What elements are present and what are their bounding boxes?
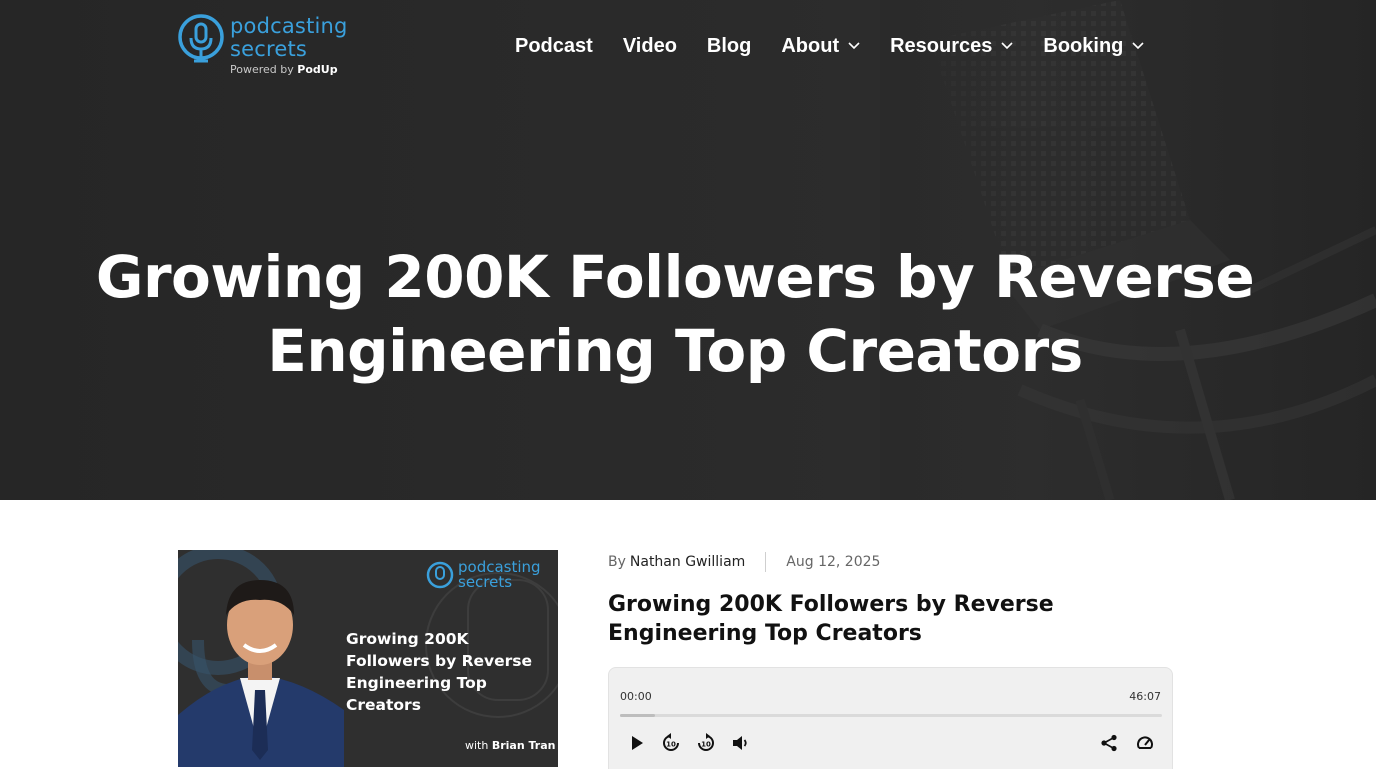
- nav-label: Blog: [706, 34, 752, 57]
- thumbnail-logo-text: podcasting secrets: [458, 560, 541, 590]
- svg-text:10: 10: [666, 741, 676, 749]
- chevron-down-icon: [1132, 42, 1144, 50]
- volume-icon: [733, 736, 747, 750]
- progress-fill: [620, 714, 656, 717]
- logo-powered-by: Powered by PodUp: [230, 63, 338, 76]
- current-time: 00:00: [620, 690, 652, 703]
- nav-item-video[interactable]: Video: [623, 35, 677, 58]
- duration-time: 46:07: [1129, 690, 1161, 703]
- post-meta: By Nathan Gwilliam Aug 12, 2025: [608, 552, 880, 572]
- nav-label: Resources: [890, 34, 993, 57]
- svg-text:10: 10: [701, 741, 711, 749]
- post-date: Aug 12, 2025: [786, 554, 881, 570]
- thumbnail-guest: with Brian Tran: [465, 739, 555, 752]
- meta-divider: [765, 552, 767, 572]
- volume-button[interactable]: [730, 732, 752, 754]
- playback-speed-button[interactable]: [1134, 732, 1156, 754]
- powered-by-prefix: Powered by: [230, 63, 294, 76]
- share-button[interactable]: [1098, 732, 1120, 754]
- speed-icon: [1137, 736, 1153, 749]
- progress-bar[interactable]: [620, 714, 1162, 717]
- nav-item-resources[interactable]: Resources: [890, 35, 1013, 58]
- nav-item-booking[interactable]: Booking: [1043, 35, 1144, 58]
- logo-text-podcasting: podcasting: [230, 14, 348, 38]
- chevron-down-icon: [848, 42, 860, 50]
- by-label: By: [608, 554, 626, 570]
- nav-label: Video: [622, 34, 677, 57]
- rewind-10-icon: 10: [663, 733, 679, 751]
- thumb-guest-name: Brian Tran: [491, 739, 556, 752]
- page-title: Growing 200K Followers by Reverse Engine…: [95, 243, 1255, 385]
- thumb-with-prefix: with: [465, 739, 489, 752]
- nav-label: Booking: [1043, 34, 1124, 57]
- nav-item-blog[interactable]: Blog: [707, 35, 751, 58]
- microphone-logo-icon: [178, 14, 224, 63]
- nav-item-about[interactable]: About: [781, 35, 860, 58]
- rewind-10-button[interactable]: 10: [660, 732, 682, 754]
- logo-text-secrets: secrets: [230, 37, 308, 61]
- chevron-down-icon: [1001, 42, 1013, 50]
- main-nav: Podcast Video Blog About Resources Booki…: [515, 30, 1174, 62]
- forward-10-button[interactable]: 10: [695, 732, 717, 754]
- audio-player: 00:00 46:07 10 10: [608, 667, 1173, 769]
- thumb-logo-line2: secrets: [458, 573, 513, 591]
- post-title: Growing 200K Followers by Reverse Engine…: [608, 592, 1054, 646]
- episode-thumbnail[interactable]: podcasting secrets Growing 200K Followers…: [178, 550, 558, 767]
- forward-10-icon: 10: [698, 733, 714, 751]
- nav-label: Podcast: [515, 34, 593, 57]
- nav-item-podcast[interactable]: Podcast: [515, 35, 593, 58]
- thumbnail-title: Growing 200K Followers by Reverse Engine…: [346, 630, 533, 714]
- share-icon: [1101, 734, 1117, 752]
- play-button[interactable]: [626, 732, 648, 754]
- author-link[interactable]: Nathan Gwilliam: [630, 554, 745, 570]
- nav-label: About: [781, 34, 840, 57]
- site-logo[interactable]: podcasting secrets Powered by PodUp: [178, 14, 378, 78]
- hero-banner: podcasting secrets Powered by PodUp Podc…: [0, 0, 1376, 500]
- play-icon: [632, 736, 643, 750]
- powered-by-name: PodUp: [297, 63, 338, 76]
